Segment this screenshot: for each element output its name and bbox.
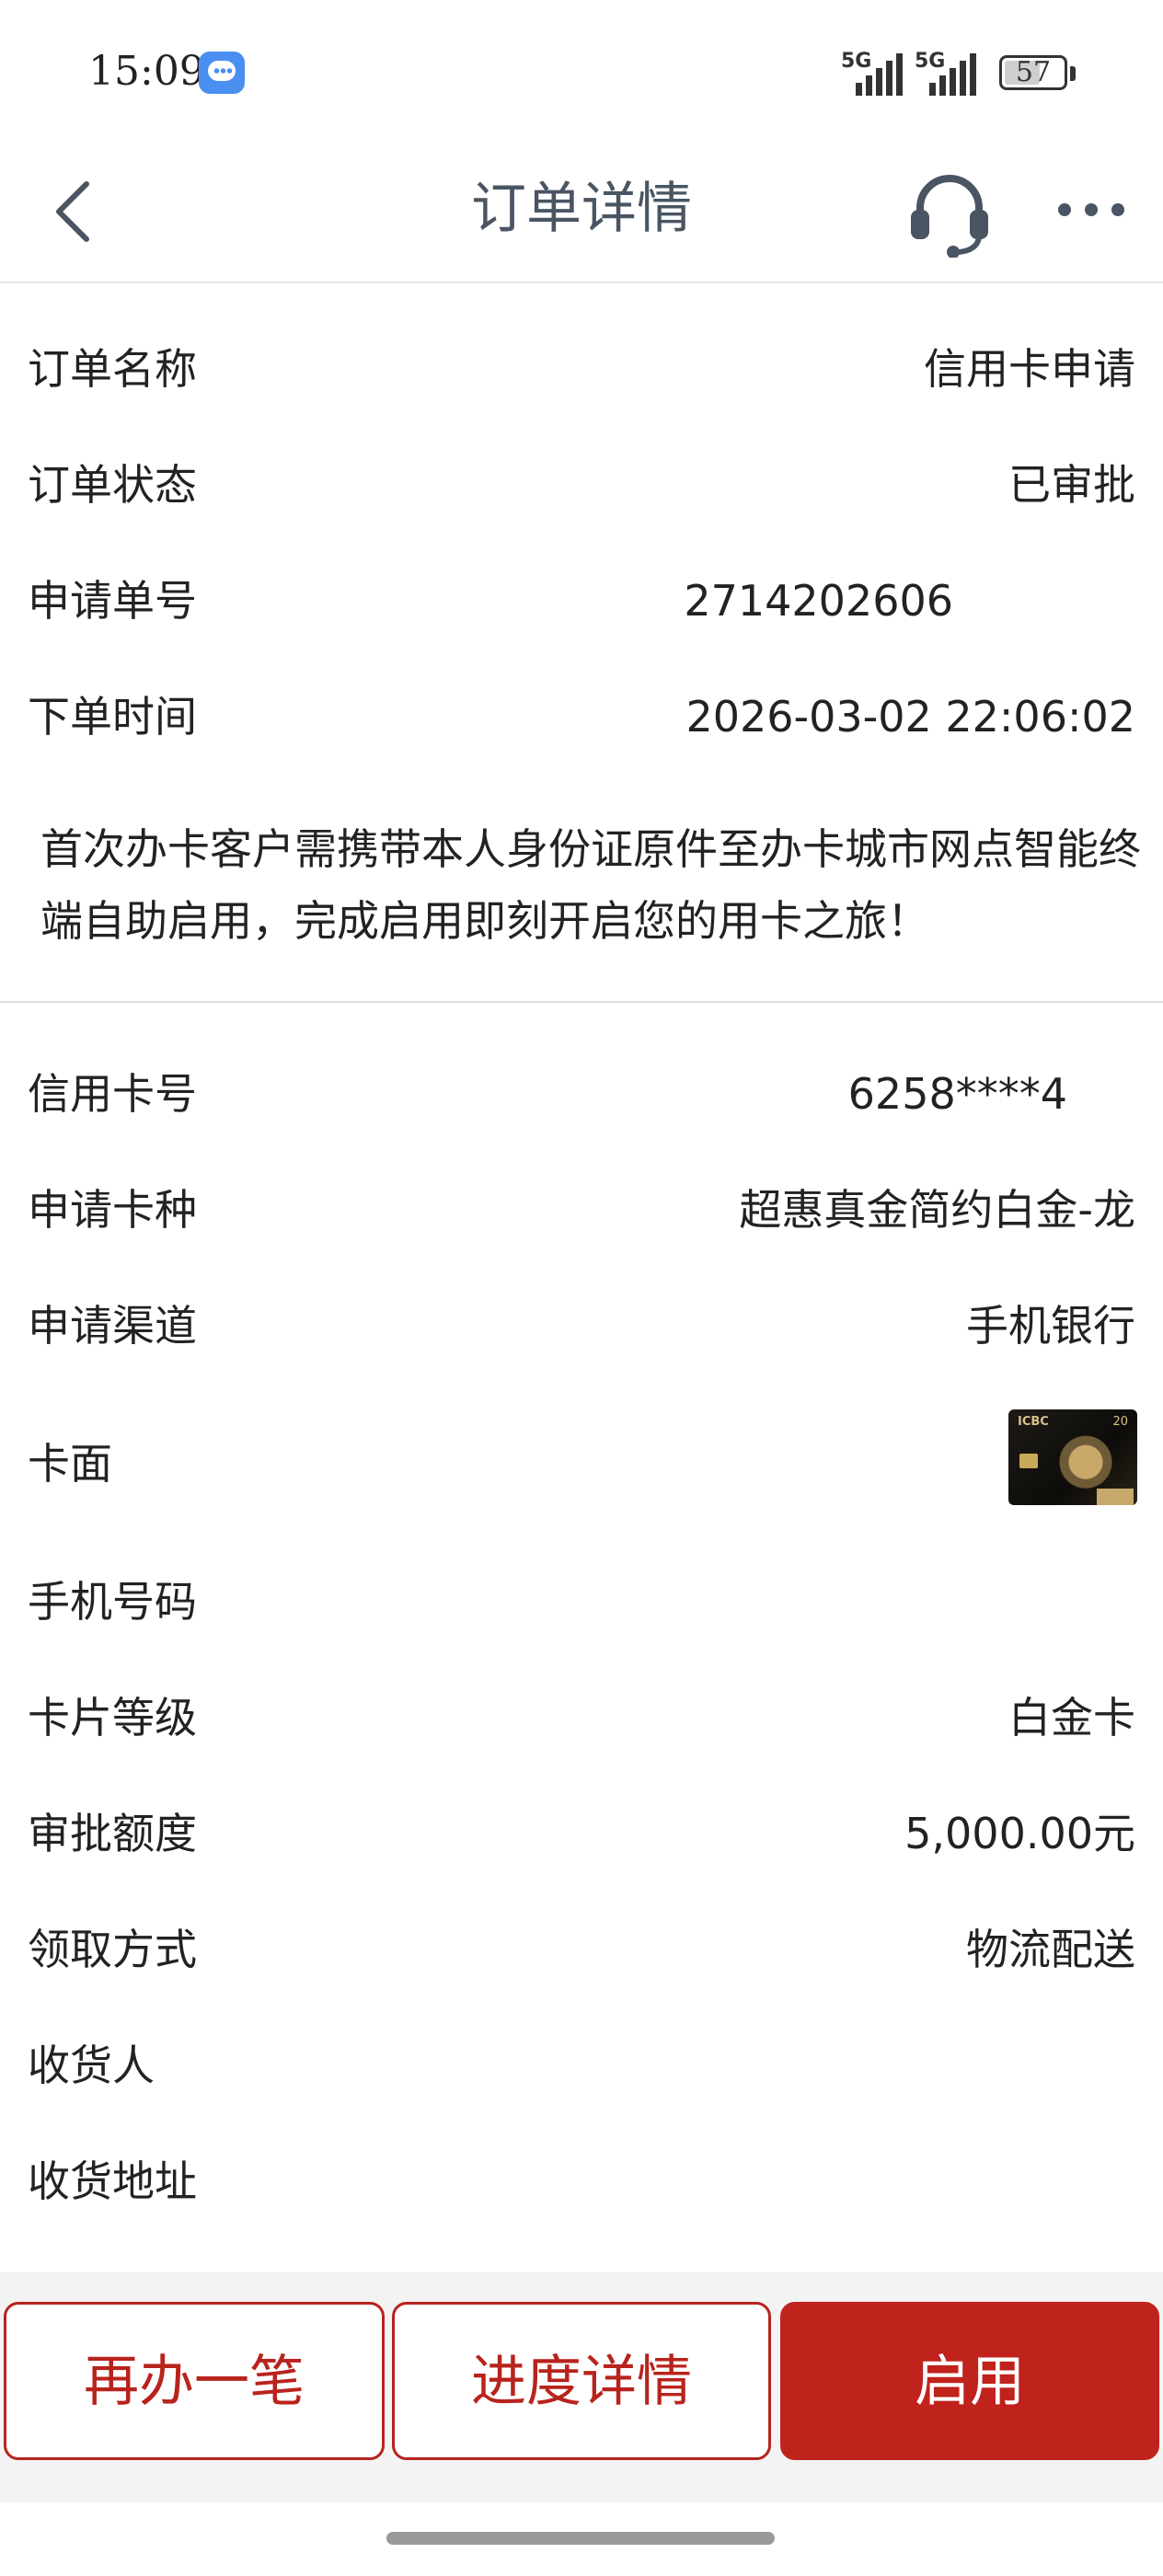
card-face-image[interactable]: ICBC 20 — [1008, 1409, 1137, 1505]
order-status-row: 订单状态 已审批 — [0, 427, 1163, 543]
order-time-label: 下单时间 — [28, 692, 197, 742]
signal-5g-secondary-icon: 5G — [915, 50, 979, 98]
delivery-method-value: 物流配送 — [966, 1925, 1135, 1974]
order-name-value: 信用卡申请 — [924, 344, 1135, 394]
status-bar: 15:09 5G 5G 57 — [0, 0, 1163, 138]
order-status-value: 已审批 — [1008, 460, 1135, 510]
home-indicator[interactable] — [386, 2532, 775, 2545]
status-time: 15:09 — [88, 48, 205, 95]
card-face-label: 卡面 — [28, 1439, 112, 1489]
order-time-row: 下单时间 2026-03-02 22:06:02 — [0, 659, 1163, 775]
nav-header: 订单详情 — [0, 138, 1163, 283]
battery-level: 57 — [1015, 56, 1052, 88]
card-level-row: 卡片等级 白金卡 — [0, 1660, 1163, 1776]
credit-limit-row: 审批额度 5,000.00元 — [0, 1776, 1163, 1892]
section-divider — [0, 1001, 1163, 1003]
bottom-action-bar: 再办一笔 进度详情 启用 — [0, 2272, 1163, 2502]
channel-label: 申请渠道 — [28, 1301, 197, 1351]
order-time-value: 2026-03-02 22:06:02 — [685, 692, 1135, 742]
card-number-value: 6258****4 — [847, 1069, 1067, 1119]
credit-limit-label: 审批额度 — [28, 1809, 197, 1858]
shipping-address-row: 收货地址 — [0, 2123, 1163, 2239]
shipping-address-label: 收货地址 — [28, 2156, 197, 2206]
card-type-label: 申请卡种 — [28, 1185, 197, 1235]
card-level-value: 白金卡 — [1008, 1693, 1135, 1742]
application-number-row: 申请单号 2714202606 — [0, 543, 1163, 659]
delivery-method-label: 领取方式 — [28, 1925, 197, 1974]
battery-icon: 57 — [999, 55, 1076, 90]
card-level-label: 卡片等级 — [28, 1693, 197, 1742]
recipient-row: 收货人 — [0, 2007, 1163, 2123]
order-name-row: 订单名称 信用卡申请 — [0, 311, 1163, 427]
activate-button[interactable]: 启用 — [780, 2302, 1159, 2460]
phone-number-label: 手机号码 — [28, 1577, 197, 1627]
application-number-value: 2714202606 — [684, 576, 953, 626]
order-name-label: 订单名称 — [28, 344, 197, 394]
card-face-row: 卡面 — [0, 1406, 1163, 1522]
card-number-row: 信用卡号 6258****4 — [0, 1036, 1163, 1152]
channel-value: 手机银行 — [966, 1301, 1135, 1351]
delivery-method-row: 领取方式 物流配送 — [0, 1892, 1163, 2007]
progress-details-button[interactable]: 进度详情 — [392, 2302, 771, 2460]
channel-row: 申请渠道 手机银行 — [0, 1268, 1163, 1384]
signal-5g-icon: 5G — [841, 50, 905, 98]
customer-service-headset-icon[interactable] — [907, 166, 992, 258]
message-notification-icon — [199, 52, 245, 94]
recipient-label: 收货人 — [28, 2041, 155, 2090]
apply-again-button[interactable]: 再办一笔 — [4, 2302, 385, 2460]
card-type-row: 申请卡种 超惠真金简约白金-龙 — [0, 1152, 1163, 1268]
credit-limit-value: 5,000.00元 — [904, 1809, 1135, 1858]
card-type-value: 超惠真金简约白金-龙 — [739, 1185, 1135, 1235]
activation-notice: 首次办卡客户需携带本人身份证原件至办卡城市网点智能终端自助启用，完成启用即刻开启… — [40, 824, 1141, 946]
application-number-label: 申请单号 — [28, 576, 197, 626]
more-options-icon[interactable] — [1056, 199, 1126, 221]
phone-number-row: 手机号码 — [0, 1544, 1163, 1660]
card-number-label: 信用卡号 — [28, 1069, 197, 1119]
order-status-label: 订单状态 — [28, 460, 197, 510]
